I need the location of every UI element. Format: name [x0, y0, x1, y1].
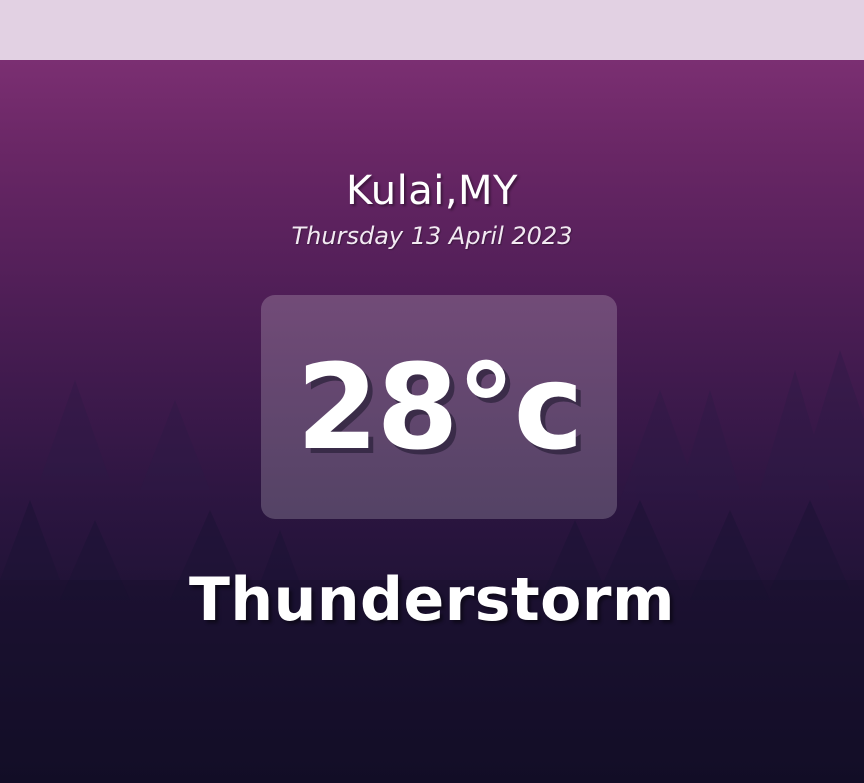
weather-panel: Kulai,MY Thursday 13 April 2023 28°c Thu… [0, 60, 864, 783]
location-label: Kulai,MY [346, 168, 518, 214]
date-label: Thursday 13 April 2023 [291, 222, 573, 250]
top-bar [0, 0, 864, 60]
temperature-card: 28°c [261, 295, 617, 519]
temperature-value: 28°c [296, 338, 583, 476]
weather-condition: Thunderstorm [188, 565, 676, 635]
